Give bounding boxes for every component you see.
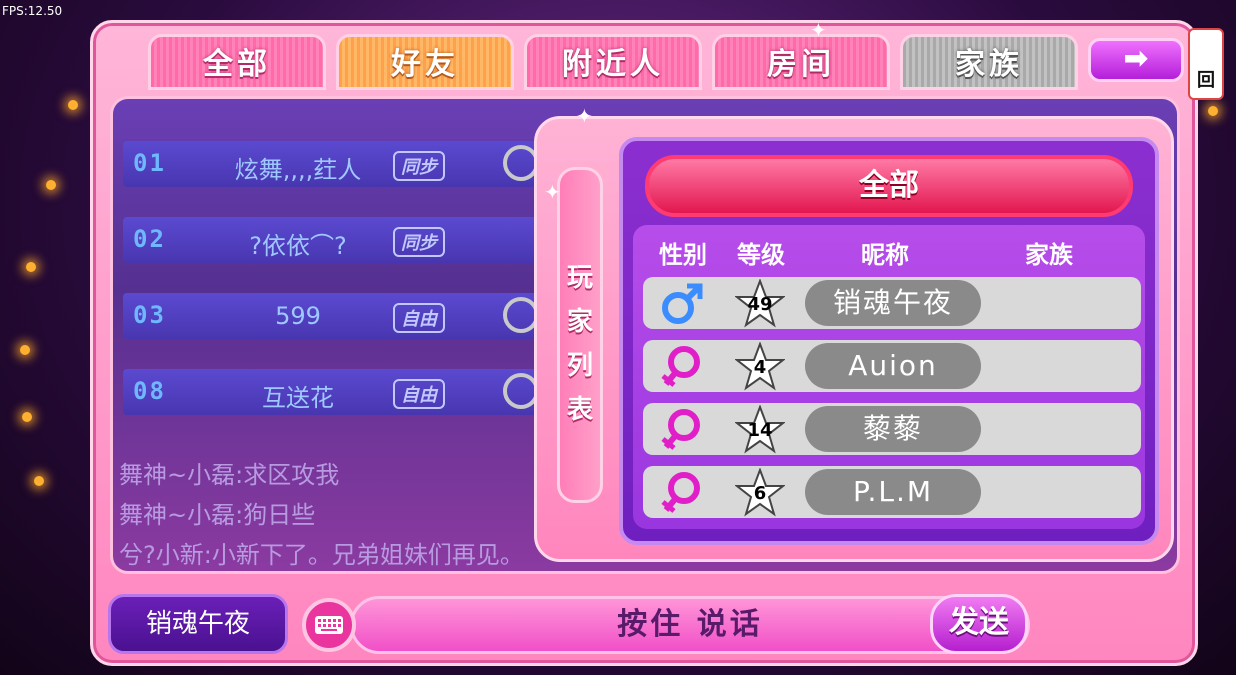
column-header-gender: 性别 bbox=[659, 241, 707, 269]
player-table: 性别 等级 昵称 家族 49 销魂午夜 4 Auion 14 藜藜 6 P.L.… bbox=[633, 225, 1145, 529]
room-mode-badge: 自由 bbox=[393, 303, 445, 333]
room-number: 03 bbox=[133, 301, 166, 329]
room-mode-badge: 同步 bbox=[393, 151, 445, 181]
player-nickname: 销魂午夜 bbox=[805, 280, 981, 326]
column-header-family: 家族 bbox=[1025, 241, 1073, 269]
tab-room[interactable]: 房间 bbox=[712, 34, 890, 90]
player-nickname: 藜藜 bbox=[805, 406, 981, 452]
player-row[interactable]: 49 销魂午夜 bbox=[643, 277, 1141, 329]
chat-message: 舞神~小磊:狗日些 bbox=[119, 501, 316, 529]
filter-all-button[interactable]: 全部 bbox=[645, 155, 1133, 217]
player-row[interactable]: 14 藜藜 bbox=[643, 403, 1141, 455]
level-star-icon: 49 bbox=[734, 278, 786, 329]
room-number: 02 bbox=[133, 225, 166, 253]
player-list-side-tab[interactable]: 玩 家 列 表 bbox=[557, 167, 603, 503]
player-level: 6 bbox=[753, 483, 767, 504]
sparkle-decoration: ✦ bbox=[810, 18, 827, 42]
female-icon bbox=[661, 409, 700, 450]
stage-light bbox=[68, 100, 78, 110]
tab-nearby[interactable]: 附近人 bbox=[524, 34, 702, 90]
player-name-button[interactable]: 销魂午夜 bbox=[108, 594, 288, 654]
player-row[interactable]: 4 Auion bbox=[643, 340, 1141, 392]
send-button[interactable]: 发送 bbox=[930, 594, 1028, 654]
side-title-char: 表 bbox=[566, 395, 593, 425]
male-icon bbox=[662, 283, 703, 324]
stage-light bbox=[20, 345, 30, 355]
player-level: 4 bbox=[753, 357, 767, 378]
room-name: ?依依⌒? bbox=[249, 232, 347, 260]
room-row[interactable]: 08 互送花 自由 bbox=[123, 369, 603, 415]
player-nickname: P.L.M bbox=[805, 469, 981, 515]
player-list-body: 全部 性别 等级 昵称 家族 49 销魂午夜 4 Auion 14 藜藜 6 P… bbox=[619, 137, 1159, 545]
female-icon bbox=[661, 346, 700, 387]
stage-light bbox=[1208, 106, 1218, 116]
tab-all[interactable]: 全部 bbox=[148, 34, 326, 90]
room-number: 01 bbox=[133, 149, 166, 177]
player-row[interactable]: 6 P.L.M bbox=[643, 466, 1141, 518]
room-number: 08 bbox=[133, 377, 166, 405]
stage-light bbox=[46, 180, 56, 190]
back-button[interactable]: 回 bbox=[1188, 28, 1224, 100]
column-header-level: 等级 bbox=[737, 241, 785, 269]
room-mode-badge: 同步 bbox=[393, 227, 445, 257]
player-list-popup: 玩 家 列 表 全部 性别 等级 昵称 家族 49 销魂午夜 4 Auion 1… bbox=[534, 116, 1174, 562]
push-to-talk-button[interactable]: 按住 说话 bbox=[350, 596, 1030, 654]
side-title-char: 列 bbox=[566, 351, 593, 381]
next-arrow-button[interactable]: ➡ bbox=[1088, 38, 1184, 82]
sparkle-decoration: ✦ bbox=[544, 180, 561, 204]
tab-family[interactable]: 家族 bbox=[900, 34, 1078, 90]
room-row[interactable]: 03 599 自由 bbox=[123, 293, 603, 339]
stage-light bbox=[34, 476, 44, 486]
room-mode-badge: 自由 bbox=[393, 379, 445, 409]
stage-light bbox=[22, 412, 32, 422]
keyboard-icon bbox=[315, 616, 343, 634]
player-level: 49 bbox=[747, 294, 773, 315]
level-star-icon: 14 bbox=[734, 404, 786, 455]
room-row[interactable]: 01 炫舞,,,,荭人 同步 bbox=[123, 141, 603, 187]
column-header-nickname: 昵称 bbox=[861, 241, 909, 269]
player-level: 14 bbox=[747, 420, 773, 441]
level-star-icon: 4 bbox=[734, 341, 786, 392]
level-star-icon: 6 bbox=[734, 467, 786, 518]
room-name: 599 bbox=[275, 302, 321, 330]
chat-message: 舞神~小磊:求区攻我 bbox=[119, 461, 340, 489]
chat-message: 兮?小新:小新下了。兄弟姐妹们再见。 bbox=[119, 541, 524, 569]
arrow-right-icon: ➡ bbox=[1123, 41, 1149, 76]
back-label: 回 bbox=[1197, 70, 1215, 91]
side-title-char: 家 bbox=[566, 307, 593, 337]
player-nickname: Auion bbox=[805, 343, 981, 389]
fps-counter: FPS:12.50 bbox=[2, 4, 63, 18]
room-row[interactable]: 02 ?依依⌒? 同步 bbox=[123, 217, 603, 263]
keyboard-toggle-button[interactable] bbox=[302, 598, 356, 652]
sparkle-decoration: ✦ bbox=[576, 104, 593, 128]
chat-log: 舞神~小磊:求区攻我 舞神~小磊:狗日些 兮?小新:小新下了。兄弟姐妹们再见。 bbox=[119, 455, 524, 571]
room-name: 互送花 bbox=[262, 384, 334, 412]
room-name: 炫舞,,,,荭人 bbox=[234, 156, 362, 184]
stage-light bbox=[26, 262, 36, 272]
female-icon bbox=[661, 472, 700, 513]
tab-friends[interactable]: 好友 bbox=[336, 34, 514, 90]
side-title-char: 玩 bbox=[566, 263, 593, 293]
